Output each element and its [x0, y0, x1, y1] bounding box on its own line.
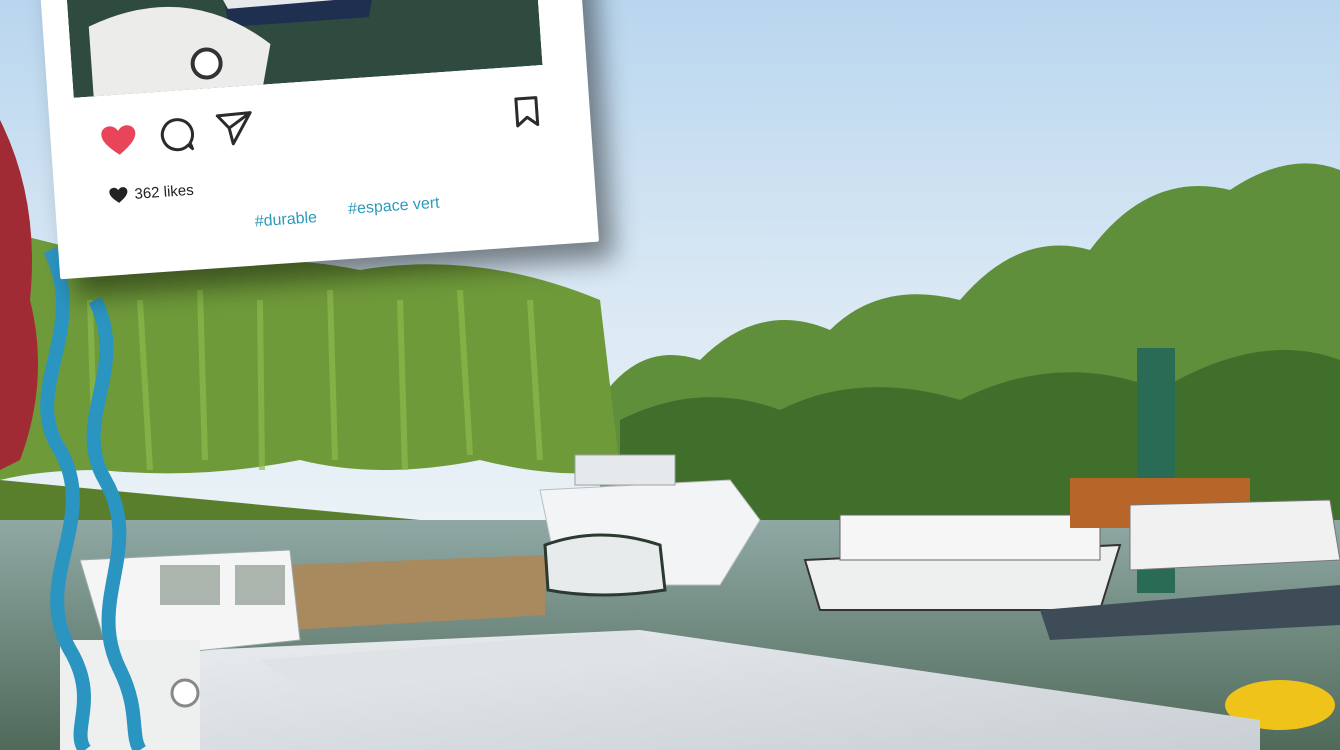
- like-button[interactable]: [100, 122, 138, 160]
- small-heart-icon: [109, 187, 128, 203]
- likes-text: 362 likes: [133, 181, 195, 203]
- small-boat: [543, 533, 667, 597]
- likes-count: 362 likes: [108, 182, 194, 205]
- post-photo-boats: [63, 0, 543, 98]
- heart-icon: [101, 125, 136, 155]
- paper-plane-icon: [215, 111, 252, 146]
- hashtag-durable[interactable]: #durable: [254, 209, 317, 231]
- share-button[interactable]: [215, 109, 255, 148]
- comment-button[interactable]: [157, 116, 195, 154]
- hashtag-espace-vert[interactable]: #espace vert: [348, 195, 441, 219]
- bookmark-icon: [514, 96, 540, 128]
- comment-bubble-icon: [160, 118, 195, 152]
- social-post-card: 362 likes #durable #espace vert: [38, 0, 600, 280]
- post-photo: [63, 0, 543, 98]
- save-button[interactable]: [511, 93, 543, 131]
